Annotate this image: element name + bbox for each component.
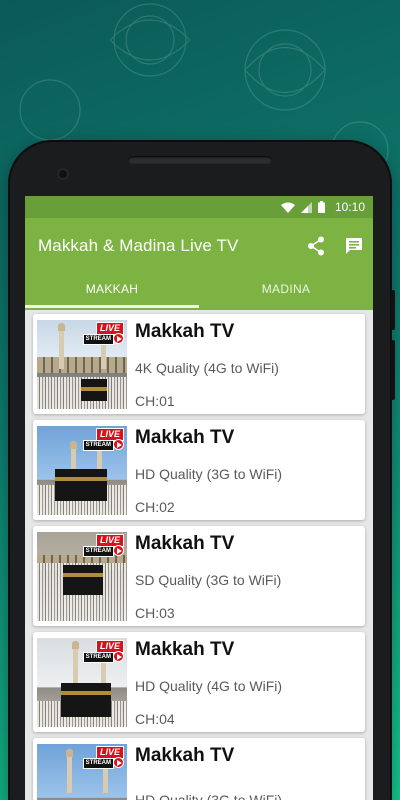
channel-number: CH:02: [135, 498, 175, 515]
status-bar: 10:10: [25, 196, 373, 218]
battery-icon: [317, 201, 325, 213]
status-time: 10:10: [334, 200, 365, 214]
channel-number: CH:01: [135, 392, 175, 409]
live-stream-badge: LIVE STREAM: [82, 321, 124, 348]
channel-thumbnail: LIVE STREAM: [37, 743, 127, 800]
channel-thumbnail: LIVE STREAM: [37, 637, 127, 727]
power-button: [391, 340, 395, 400]
tab-bar: MAKKAH MADINA: [25, 274, 373, 310]
app-toolbar: Makkah & Madina Live TV: [25, 218, 373, 274]
channel-thumbnail: LIVE STREAM: [37, 531, 127, 621]
tab-indicator: [25, 305, 199, 308]
channel-thumbnail: LIVE STREAM: [37, 319, 127, 409]
message-button[interactable]: [335, 226, 373, 266]
channel-number: CH:04: [135, 710, 175, 727]
channel-name: Makkah TV: [135, 638, 235, 660]
channel-quality: HD Quality (4G to WiFi): [135, 677, 283, 694]
wifi-icon: [280, 202, 295, 213]
play-icon: [113, 650, 124, 662]
volume-button: [391, 290, 395, 330]
channel-name: Makkah TV: [135, 320, 235, 342]
channel-card-4[interactable]: LIVE STREAM Makkah TV HD Quality (4G to …: [33, 632, 365, 732]
channel-name: Makkah TV: [135, 744, 235, 766]
play-icon: [113, 438, 124, 450]
phone-speaker: [128, 156, 272, 164]
front-camera: [57, 168, 69, 180]
channel-number: CH:03: [135, 604, 175, 621]
channel-quality: SD Quality (3G to WiFi): [135, 571, 282, 588]
channel-quality: HD Quality (3G to WiFi): [135, 791, 283, 800]
channel-card-2[interactable]: LIVE STREAM Makkah TV HD Quality (3G to …: [33, 420, 365, 520]
share-button[interactable]: [297, 226, 335, 266]
live-stream-badge: LIVE STREAM: [82, 639, 124, 666]
live-stream-badge: LIVE STREAM: [82, 427, 124, 454]
tab-madina[interactable]: MADINA: [199, 274, 373, 310]
channel-name: Makkah TV: [135, 532, 235, 554]
play-icon: [113, 756, 124, 768]
channel-thumbnail: LIVE STREAM: [37, 425, 127, 515]
signal-icon: [300, 201, 312, 213]
app-title: Makkah & Madina Live TV: [38, 236, 239, 255]
play-icon: [113, 332, 124, 344]
channel-name: Makkah TV: [135, 426, 235, 448]
share-icon: [308, 236, 324, 256]
message-icon: [346, 238, 362, 254]
channel-card-1[interactable]: LIVE STREAM Makkah TV 4K Quality (4G to …: [33, 314, 365, 414]
live-stream-badge: LIVE STREAM: [82, 533, 124, 560]
channel-quality: HD Quality (3G to WiFi): [135, 465, 283, 482]
play-icon: [113, 544, 124, 556]
live-stream-badge: LIVE STREAM: [82, 745, 124, 772]
channel-list: LIVE STREAM Makkah TV 4K Quality (4G to …: [25, 310, 373, 800]
channel-card-3[interactable]: LIVE STREAM Makkah TV SD Quality (3G to …: [33, 526, 365, 626]
channel-card-5[interactable]: LIVE STREAM Makkah TV HD Quality (3G to …: [33, 738, 365, 800]
app-screen: 10:10 Makkah & Madina Live TV MAKKAH MAD…: [25, 196, 373, 800]
channel-quality: 4K Quality (4G to WiFi): [135, 359, 279, 376]
